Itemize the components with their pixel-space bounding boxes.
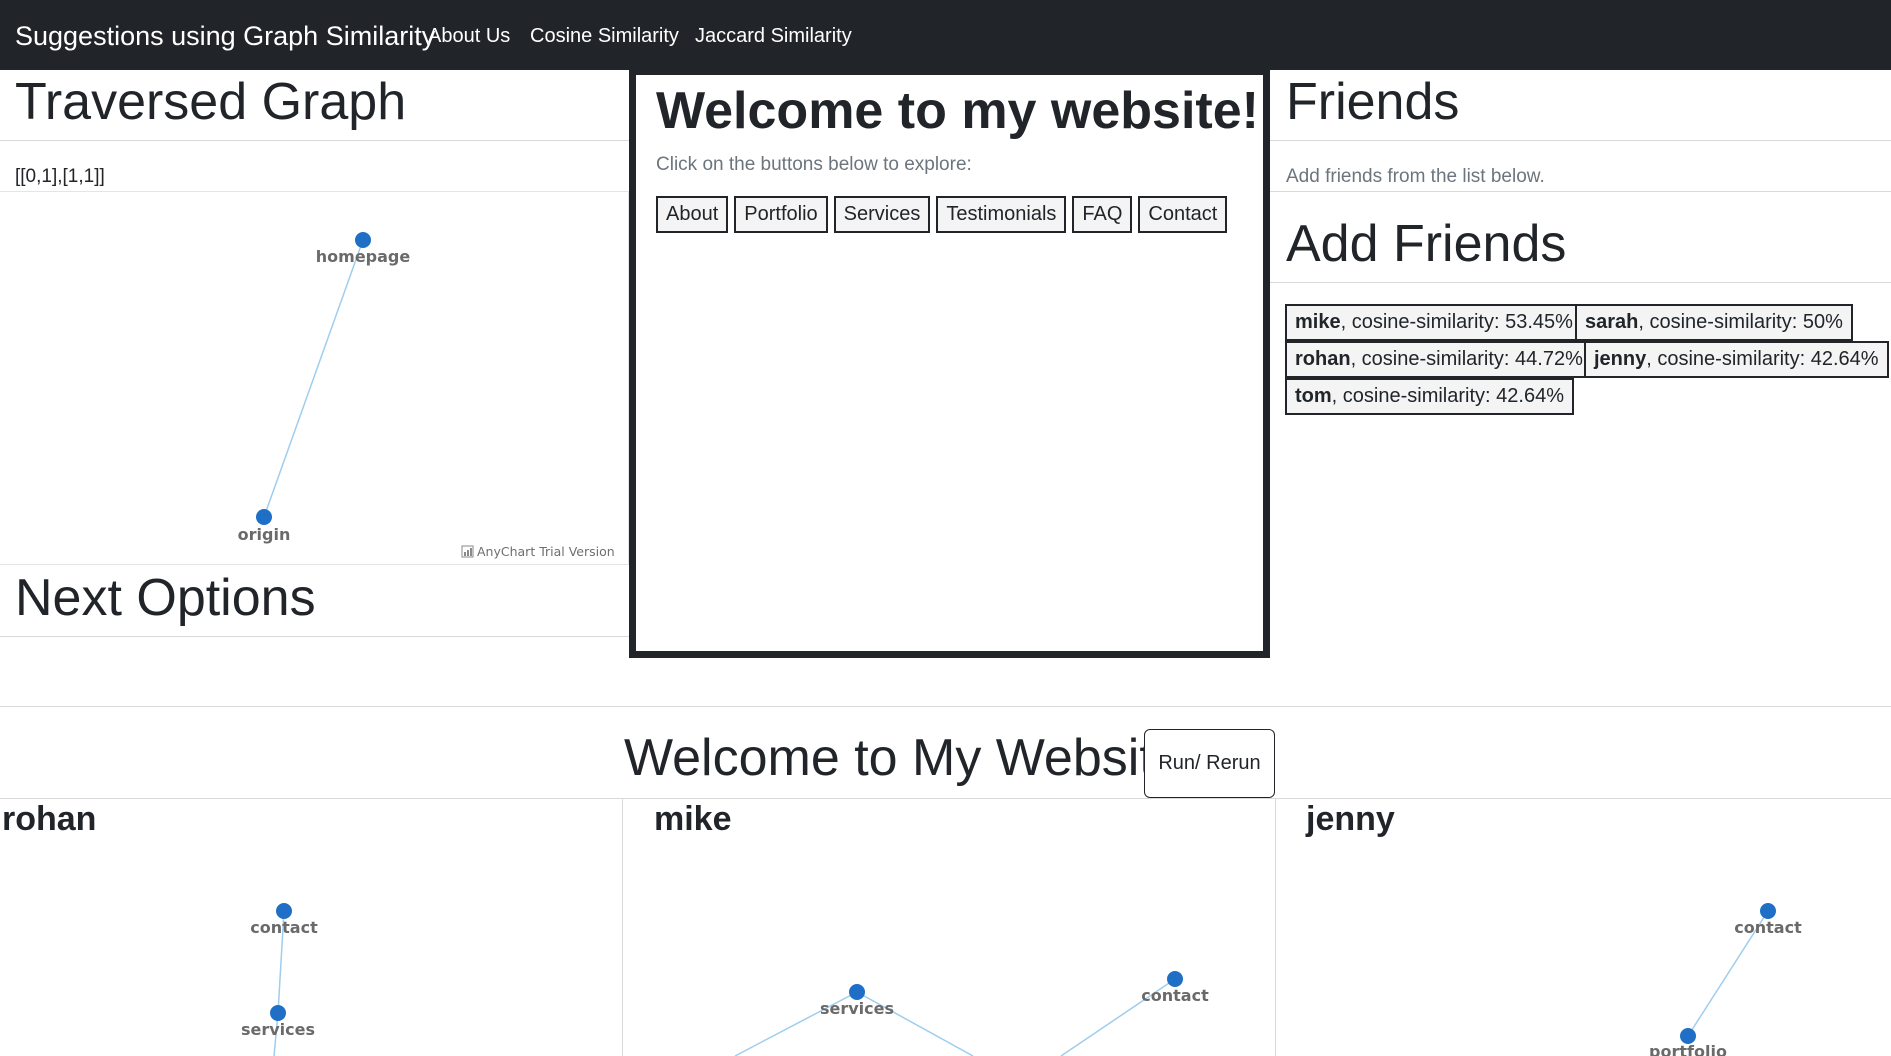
graph-node-services[interactable] — [849, 984, 865, 1000]
explore-button-row: About Portfolio Services Testimonials FA… — [656, 196, 1228, 233]
traversed-graph-chart[interactable]: homepage origin AnyChart Trial Version — [0, 191, 629, 565]
divider — [0, 636, 629, 637]
jenny-graph-chart[interactable]: contact portfolio — [1276, 860, 1891, 1056]
rohan-graph-chart[interactable]: contact services — [0, 860, 622, 1056]
navbar-brand[interactable]: Suggestions using Graph Similarity — [15, 21, 435, 52]
friend-similarity: , cosine-similarity: 50% — [1638, 311, 1843, 333]
user-column-title-mike: mike — [654, 800, 732, 838]
divider — [1270, 140, 1891, 141]
portfolio-button[interactable]: Portfolio — [734, 196, 828, 233]
anychart-logo-icon — [461, 545, 474, 558]
friend-similarity: , cosine-similarity: 42.64% — [1646, 348, 1879, 370]
welcome-heading: Welcome to My Website: — [624, 729, 1198, 787]
graph-node-label: homepage — [316, 247, 411, 266]
friend-name: rohan — [1295, 348, 1351, 370]
user-column-title-jenny: jenny — [1306, 800, 1395, 838]
friend-name: tom — [1295, 385, 1332, 407]
graph-node-contact[interactable] — [276, 903, 292, 919]
add-friends-title: Add Friends — [1286, 215, 1567, 273]
traversed-graph-svg: homepage origin AnyChart Trial Version — [238, 232, 615, 559]
traversed-path-text: [[0,1],[1,1]] — [15, 166, 105, 187]
welcome-panel: Welcome to my website! Click on the butt… — [629, 70, 1270, 658]
friend-name: mike — [1295, 311, 1341, 333]
friend-similarity: , cosine-similarity: 53.45% — [1340, 311, 1573, 333]
divider — [0, 140, 629, 141]
mike-graph-chart[interactable]: services contact — [623, 860, 1275, 1056]
graph-node-services[interactable] — [270, 1005, 286, 1021]
top-navbar: Suggestions using Graph Similarity About… — [0, 0, 1891, 70]
divider — [0, 798, 1891, 799]
friend-suggestion-jenny[interactable]: jenny, cosine-similarity: 42.64% — [1584, 341, 1889, 378]
contact-button[interactable]: Contact — [1138, 196, 1228, 233]
run-rerun-button[interactable]: Run/ Rerun — [1144, 729, 1275, 798]
friend-similarity: , cosine-similarity: 44.72% — [1350, 348, 1583, 370]
divider — [0, 706, 1891, 707]
friends-hint: Add friends from the list below. — [1286, 166, 1545, 187]
graph-node-label: services — [241, 1020, 315, 1039]
nav-link-about-us[interactable]: About Us — [428, 25, 510, 48]
about-button[interactable]: About — [656, 196, 729, 233]
friend-name: sarah — [1585, 311, 1639, 333]
graph-node-contact[interactable] — [1167, 971, 1183, 987]
nav-link-jaccard-similarity[interactable]: Jaccard Similarity — [695, 25, 852, 48]
welcome-title: Welcome to my website! — [656, 82, 1259, 140]
traversed-graph-title: Traversed Graph — [15, 73, 407, 131]
faq-button[interactable]: FAQ — [1072, 196, 1133, 233]
graph-node-label: contact — [250, 918, 318, 937]
graph-node-label: origin — [238, 525, 291, 544]
graph-edge — [263, 239, 364, 518]
graph-node-label: contact — [1734, 918, 1802, 937]
chart-watermark: AnyChart Trial Version — [477, 544, 615, 559]
nav-link-cosine-similarity[interactable]: Cosine Similarity — [530, 25, 679, 48]
graph-node-homepage[interactable] — [355, 232, 371, 248]
friend-suggestion-sarah[interactable]: sarah, cosine-similarity: 50% — [1575, 304, 1853, 341]
graph-node-label: services — [820, 999, 894, 1018]
welcome-subtitle: Click on the buttons below to explore: — [656, 154, 972, 175]
friend-similarity: , cosine-similarity: 42.64% — [1331, 385, 1564, 407]
friend-name: jenny — [1594, 348, 1647, 370]
friends-title: Friends — [1286, 73, 1460, 131]
services-button[interactable]: Services — [833, 196, 931, 233]
graph-node-contact[interactable] — [1760, 903, 1776, 919]
next-options-title: Next Options — [15, 569, 316, 627]
graph-node-origin[interactable] — [256, 509, 272, 525]
user-column-title-rohan: rohan — [2, 800, 97, 838]
testimonials-button[interactable]: Testimonials — [936, 196, 1067, 233]
graph-node-label: portfolio — [1649, 1042, 1727, 1056]
friend-suggestion-mike[interactable]: mike, cosine-similarity: 53.45% — [1285, 304, 1583, 341]
divider — [1270, 282, 1891, 283]
friend-suggestion-rohan[interactable]: rohan, cosine-similarity: 44.72% — [1285, 341, 1593, 378]
divider — [1270, 191, 1891, 192]
friend-suggestion-tom[interactable]: tom, cosine-similarity: 42.64% — [1285, 378, 1574, 415]
graph-node-label: contact — [1141, 986, 1209, 1005]
